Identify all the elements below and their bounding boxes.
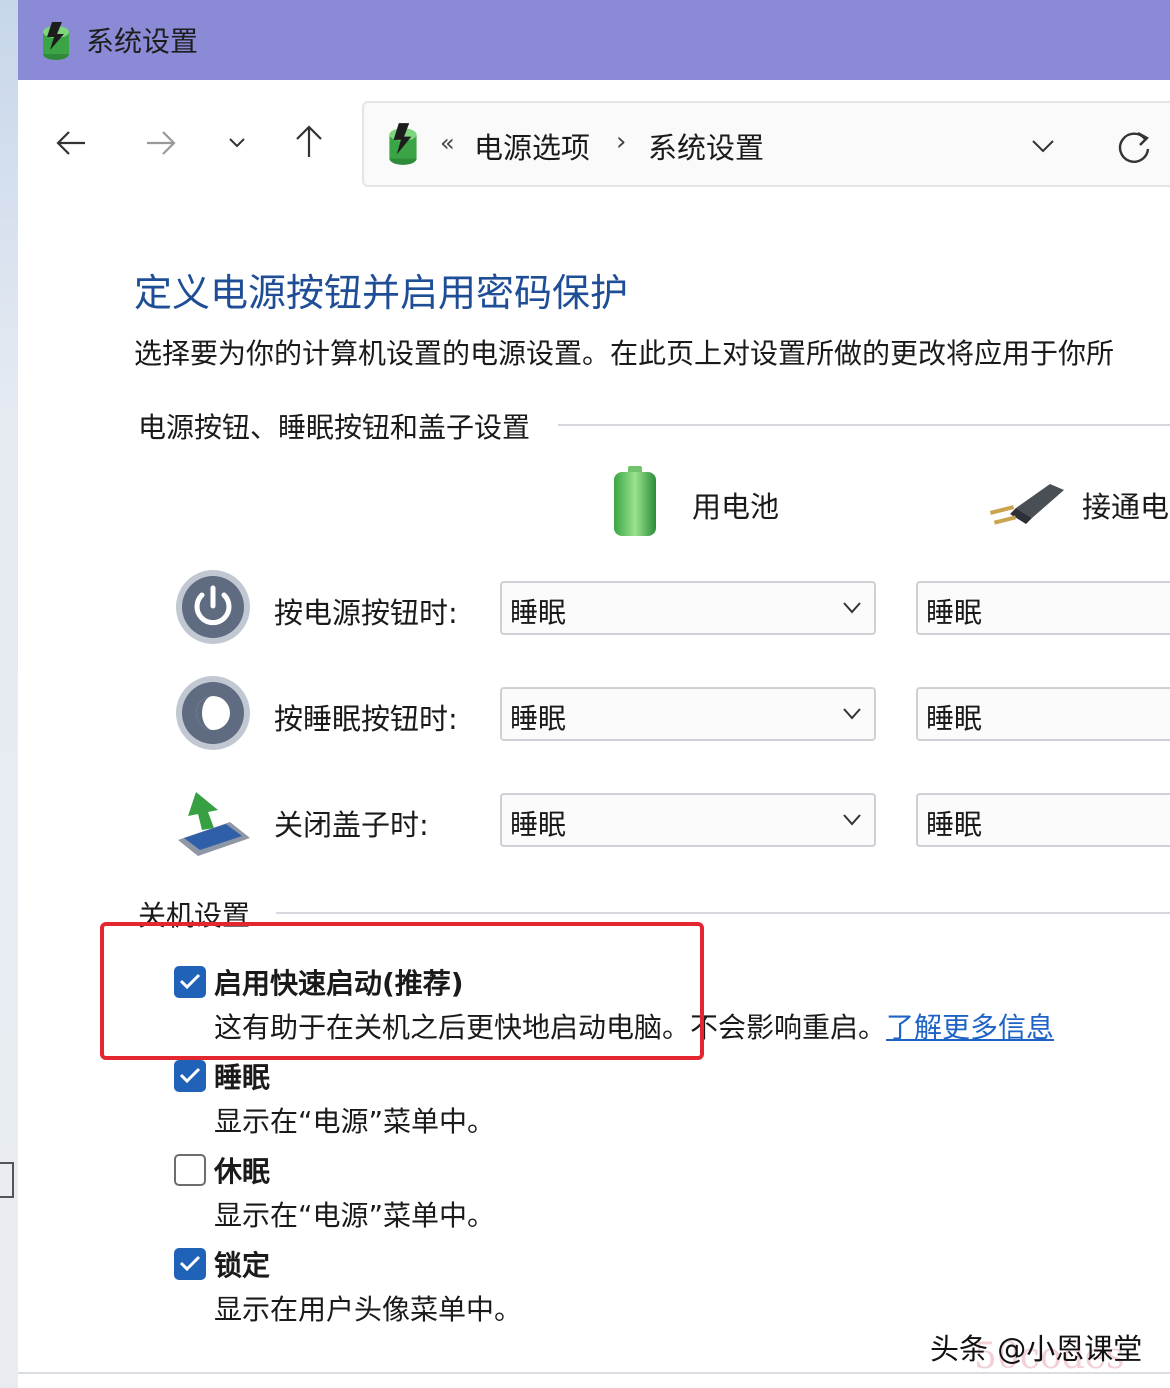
power-plug-icon: [989, 484, 1064, 525]
hibernate-option-description: 显示在“电源”菜单中。: [214, 1199, 496, 1232]
recent-locations-button[interactable]: [212, 118, 262, 168]
select-value: 睡眠: [510, 596, 567, 629]
sleep-button-battery-select[interactable]: 睡眠: [500, 687, 876, 741]
section-divider: [276, 912, 1170, 914]
breadcrumb-power-options[interactable]: 电源选项: [474, 125, 590, 167]
page-description: 选择要为你的计算机设置的电源设置。在此页上对设置所做的更改将应用于你所: [134, 337, 1115, 370]
address-bar[interactable]: « 电源选项 › 系统设置: [362, 101, 1170, 187]
chevron-down-icon: [843, 708, 861, 720]
back-button[interactable]: [46, 118, 96, 168]
row-label-sleep-button: 按睡眠按钮时:: [274, 702, 458, 736]
chevron-down-icon: [229, 138, 245, 148]
window-title: 系统设置: [86, 25, 199, 58]
select-value: 睡眠: [510, 702, 567, 735]
breadcrumb-separator[interactable]: ›: [616, 127, 626, 157]
power-button-plugged-select[interactable]: 睡眠: [916, 581, 1170, 635]
column-header-battery: 用电池: [692, 490, 780, 524]
title-bar[interactable]: 系统设置: [18, 0, 1170, 80]
chevron-down-icon: [843, 814, 861, 826]
navigation-bar: « 电源选项 › 系统设置: [18, 80, 1170, 210]
laptop-lid-icon: [178, 792, 250, 856]
arrow-right-icon: [147, 131, 176, 155]
power-options-icon: [389, 123, 417, 165]
system-settings-window: 系统设置 « 电源选项 › 系统设置 定义电源按钮并启用密码保护 选择要为你的计…: [18, 0, 1170, 1388]
close-lid-plugged-select[interactable]: 睡眠: [916, 793, 1170, 847]
checkmark-icon: [179, 1255, 201, 1272]
select-value: 睡眠: [926, 702, 983, 735]
sleep-checkbox[interactable]: [174, 1060, 206, 1092]
hibernate-option-label[interactable]: 休眠: [214, 1150, 270, 1190]
breadcrumb-system-settings[interactable]: 系统设置: [648, 125, 764, 167]
breadcrumb-overflow[interactable]: «: [440, 129, 455, 157]
lock-checkbox[interactable]: [174, 1248, 206, 1280]
page-heading: 定义电源按钮并启用密码保护: [134, 271, 629, 315]
select-value: 睡眠: [926, 808, 983, 841]
address-history-dropdown-icon[interactable]: [1028, 131, 1058, 161]
column-header-plugged-in: 接通电: [1082, 490, 1170, 524]
select-value: 睡眠: [510, 808, 567, 841]
power-buttons-section-label: 电源按钮、睡眠按钮和盖子设置: [138, 406, 545, 446]
sleep-button-icon: [176, 676, 250, 750]
forward-button[interactable]: [136, 118, 186, 168]
close-lid-battery-select[interactable]: 睡眠: [500, 793, 876, 847]
lock-option-label[interactable]: 锁定: [214, 1244, 270, 1284]
checkmark-icon: [179, 1067, 201, 1084]
row-label-close-lid: 关闭盖子时:: [274, 808, 429, 842]
learn-more-link[interactable]: 了解更多信息: [886, 1011, 1054, 1044]
background-window-edge: [0, 0, 19, 1388]
select-value: 睡眠: [926, 596, 983, 629]
row-label-power-button: 按电源按钮时:: [274, 596, 458, 630]
section-divider: [558, 424, 1170, 426]
sleep-option-description: 显示在“电源”菜单中。: [214, 1105, 496, 1138]
refresh-icon[interactable]: [1114, 127, 1154, 167]
sleep-button-plugged-select[interactable]: 睡眠: [916, 687, 1170, 741]
arrow-up-icon: [296, 125, 322, 157]
chevron-down-icon: [843, 602, 861, 614]
up-button[interactable]: [284, 116, 334, 166]
power-button-icon: [176, 570, 250, 644]
hibernate-checkbox[interactable]: [174, 1154, 206, 1186]
background-window-fragment: [0, 1162, 14, 1198]
battery-icon: [614, 466, 656, 536]
power-button-battery-select[interactable]: 睡眠: [500, 581, 876, 635]
sleep-option-label[interactable]: 睡眠: [214, 1056, 270, 1096]
power-options-icon: [43, 22, 69, 60]
fast-startup-highlight-annotation: [100, 922, 704, 1060]
lock-option-description: 显示在用户头像菜单中。: [214, 1293, 523, 1326]
arrow-left-icon: [56, 131, 85, 155]
watermark: 头条 @小恩课堂: [930, 1332, 1143, 1366]
